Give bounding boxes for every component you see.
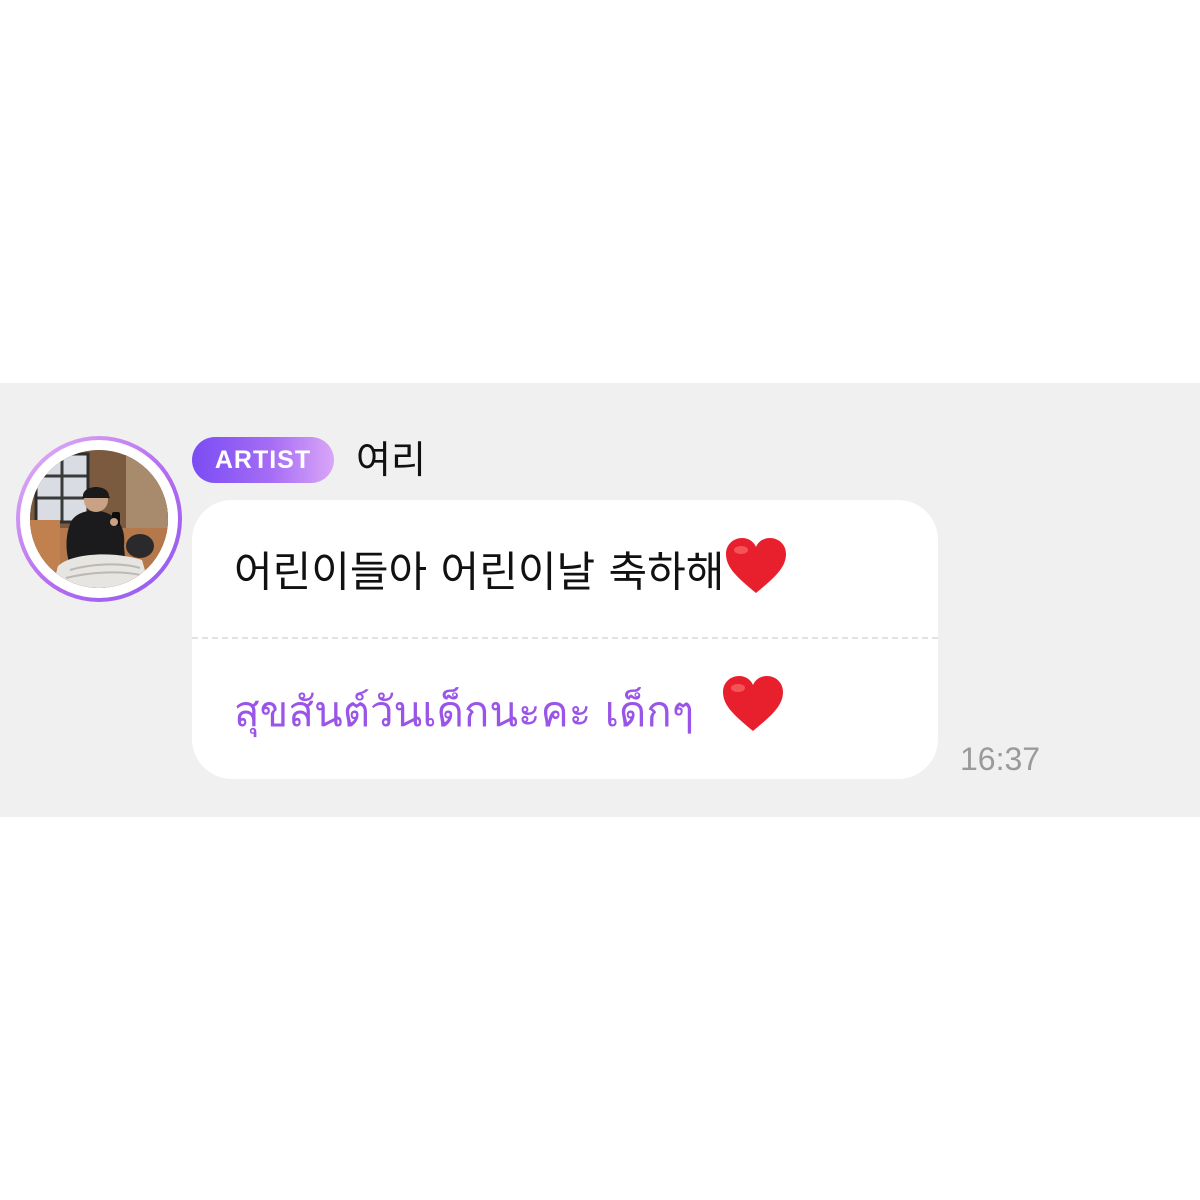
translated-message-text: สุขสันต์วันเด็กนะคะ เด็กๆ [234, 687, 695, 736]
translated-message: สุขสันต์วันเด็กนะคะ เด็กๆ [234, 674, 785, 744]
avatar[interactable] [16, 436, 182, 602]
original-message: 어린이들아 어린이날 축하해 [234, 536, 788, 600]
message-bubble[interactable]: 어린이들아 어린이날 축하해 สุขสันต์วันเด็กนะคะ เด็กๆ [192, 500, 938, 779]
original-message-text: 어린이들아 어린이날 축하해 [234, 547, 725, 597]
artist-badge: ARTIST [192, 437, 334, 483]
translation-divider [192, 637, 938, 639]
message-timestamp: 16:37 [960, 741, 1041, 777]
avatar-photo [30, 450, 168, 588]
red-heart-icon [724, 536, 788, 614]
sender-name: 여리 [356, 438, 426, 482]
red-heart-icon [721, 674, 785, 755]
